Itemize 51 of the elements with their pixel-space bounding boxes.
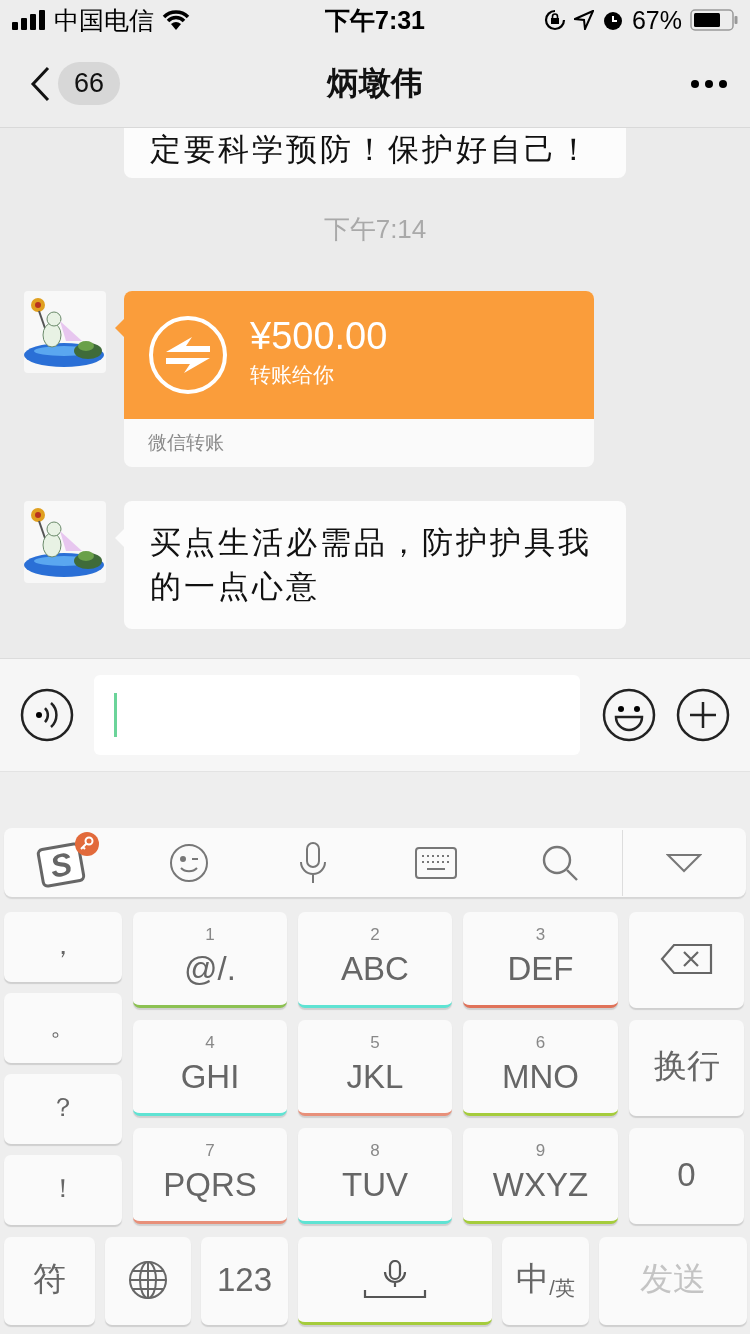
emoji-icon[interactable] [602, 688, 656, 742]
transfer-note: 转账给你 [250, 362, 335, 388]
message-time: 下午7:14 [323, 214, 427, 244]
letter-key[interactable]: 5 JKL [298, 1020, 452, 1116]
wink-face-icon[interactable] [169, 842, 210, 883]
letter-key[interactable]: 8 TUV [298, 1128, 452, 1224]
alarm-icon [601, 9, 624, 31]
clock-time: 下午7:31 [325, 4, 426, 36]
letter-key[interactable]: 9 WXYZ [463, 1128, 618, 1224]
letter-key[interactable]: 2 ABC [298, 912, 452, 1008]
transfer-card[interactable]: ¥500.00 转账给你 微信转账 [124, 291, 594, 467]
globe-icon [128, 1259, 168, 1300]
back-chevron-icon [30, 65, 50, 102]
collapse-icon[interactable] [666, 852, 703, 873]
symbol-key[interactable]: 123 [201, 1237, 288, 1325]
plus-icon[interactable] [676, 688, 730, 742]
carrier-name: 中国电信 [54, 4, 154, 36]
punctuation-key[interactable]: ？ [4, 1074, 122, 1144]
backspace-key[interactable] [629, 912, 744, 1008]
punctuation-key[interactable]: 。 [4, 993, 122, 1063]
voice-icon[interactable] [20, 688, 74, 742]
more-icon[interactable] [690, 78, 728, 89]
letter-key[interactable]: 3 DEF [463, 912, 618, 1008]
transfer-amount: ¥500.00 [250, 314, 388, 359]
punctuation-key[interactable]: ， [4, 912, 122, 982]
battery-percent: 67% [631, 5, 682, 35]
microphone-icon [363, 1259, 427, 1300]
return-key[interactable]: 换行 [629, 1020, 744, 1116]
rotation-lock-icon [543, 9, 566, 31]
signal-icon [12, 10, 46, 30]
letter-key[interactable]: 1 @/. [133, 912, 287, 1008]
battery-icon [690, 9, 738, 31]
transfer-icon [148, 315, 228, 395]
backspace-icon [659, 942, 714, 975]
message-bubble: 定要科学预防！保护好自己！ [124, 128, 626, 178]
keyboard-icon[interactable] [415, 846, 458, 879]
message-bubble: 买点生活必需品，防护护具我的一点心意 [124, 501, 626, 629]
punctuation-key[interactable]: ！ [4, 1155, 122, 1225]
globe-key[interactable] [105, 1237, 191, 1325]
zero-key[interactable]: 0 [629, 1128, 744, 1224]
search-icon[interactable] [540, 843, 579, 882]
microphone-icon[interactable] [298, 841, 327, 884]
letter-key[interactable]: 7 PQRS [133, 1128, 287, 1224]
letter-key[interactable]: 4 GHI [133, 1020, 287, 1116]
location-icon [573, 10, 594, 30]
transfer-label: 微信转账 [148, 431, 224, 455]
wifi-icon [162, 10, 190, 30]
letter-key[interactable]: 6 MNO [463, 1020, 618, 1116]
symbol-key[interactable]: 符 [4, 1237, 95, 1325]
message-input-field[interactable] [94, 675, 580, 755]
chat-title: 炳墩伟 [327, 64, 423, 101]
